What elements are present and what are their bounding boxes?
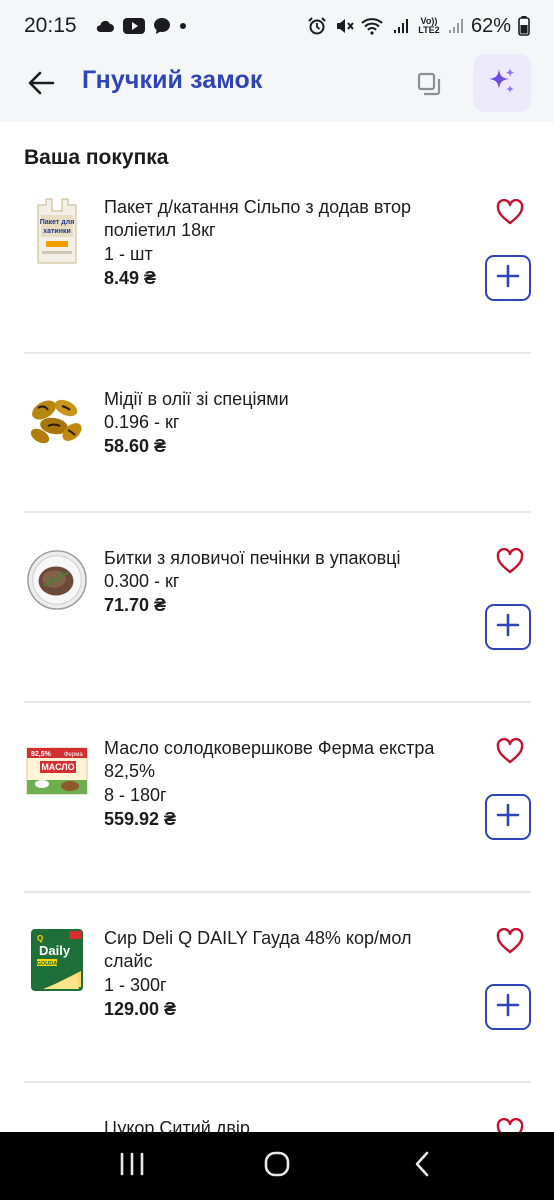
- signal-2-icon: [448, 17, 464, 35]
- home-button[interactable]: [253, 1142, 301, 1190]
- favorite-button[interactable]: [495, 737, 525, 769]
- item-name: Цукор Ситий двір: [104, 1118, 250, 1132]
- copy-icon: [416, 71, 442, 102]
- divider: [24, 1081, 531, 1083]
- alarm-icon: [307, 16, 327, 36]
- plastic-bag-image: Пакет для хатинки: [26, 196, 88, 266]
- add-to-cart-button[interactable]: [485, 255, 531, 301]
- mute-icon: [334, 16, 354, 36]
- item-name: Битки з яловичої печінки в упаковці: [104, 548, 401, 568]
- svg-text:Ферма: Ферма: [64, 752, 83, 758]
- recent-apps-icon: [119, 1152, 145, 1181]
- liver-patties-image: [26, 545, 88, 615]
- heart-icon: [496, 737, 524, 769]
- svg-text:Q: Q: [37, 934, 43, 943]
- item-price: 58.60 ₴: [104, 436, 167, 456]
- divider: [24, 352, 531, 354]
- item-qty: 8 - 180г: [104, 785, 167, 805]
- dot-icon: [179, 22, 187, 30]
- favorite-button[interactable]: [495, 547, 525, 579]
- item-price: 559.92 ₴: [104, 809, 177, 829]
- battery-icon: [518, 16, 530, 36]
- svg-text:Пакет для: Пакет для: [40, 219, 75, 226]
- lte-label: Vo)) LTE2: [418, 16, 440, 35]
- arrow-left-icon: [27, 71, 55, 100]
- item-qty: 1 - шт: [104, 244, 153, 264]
- ai-assistant-button[interactable]: [473, 54, 531, 112]
- sparkles-icon: [486, 65, 518, 102]
- youtube-icon: [122, 18, 145, 34]
- plus-icon: [496, 613, 520, 642]
- plus-icon: [496, 264, 520, 293]
- item-price: 129.00 ₴: [104, 999, 177, 1019]
- back-button[interactable]: [22, 66, 60, 104]
- divider: [24, 701, 531, 703]
- cheese-image: Q Daily GOUDA: [26, 925, 88, 995]
- svg-text:82,5%: 82,5%: [31, 751, 52, 758]
- signal-icon: [392, 17, 410, 35]
- item-price: 71.70 ₴: [104, 595, 167, 615]
- section-title: Ваша покупка: [24, 146, 169, 169]
- app-header: Гнучкий замок: [0, 52, 554, 122]
- item-qty: 0.300 - кг: [104, 571, 180, 591]
- heart-icon: [496, 1117, 524, 1132]
- add-to-cart-button[interactable]: [485, 984, 531, 1030]
- item-name: Сир Deli Q DAILY Гауда 48% кор/мол слайс: [104, 928, 412, 971]
- mussels-image: [26, 386, 88, 456]
- recent-apps-button[interactable]: [108, 1142, 156, 1190]
- svg-text:хатинки: хатинки: [43, 228, 71, 235]
- system-back-button[interactable]: [398, 1142, 446, 1190]
- favorite-button[interactable]: [495, 198, 525, 230]
- battery-level: 62%: [470, 14, 511, 37]
- svg-text:GOUDA: GOUDA: [37, 961, 58, 967]
- add-to-cart-button[interactable]: [485, 604, 531, 650]
- svg-text:Daily: Daily: [39, 943, 71, 958]
- system-nav-bar: [0, 1132, 554, 1200]
- item-price: 8.49 ₴: [104, 268, 157, 288]
- add-to-cart-button[interactable]: [485, 794, 531, 840]
- favorite-button[interactable]: [495, 927, 525, 959]
- item-name: Мідії в олії зі спеціями: [104, 389, 289, 409]
- plus-icon: [496, 803, 520, 832]
- status-time: 20:15: [24, 14, 77, 37]
- item-qty: 0.196 - кг: [104, 412, 180, 432]
- item-name: Пакет д/катання Сільпо з додав втор полі…: [104, 197, 412, 240]
- heart-icon: [496, 927, 524, 959]
- plus-icon: [496, 993, 520, 1022]
- item-qty: 1 - 300г: [104, 975, 167, 995]
- cloud-icon: [95, 19, 115, 33]
- heart-icon: [496, 547, 524, 579]
- svg-text:МАСЛО: МАСЛО: [41, 762, 74, 772]
- favorite-button[interactable]: [495, 1117, 525, 1132]
- chevron-left-icon: [413, 1150, 431, 1183]
- page-title: Гнучкий замок: [82, 66, 263, 94]
- divider: [24, 891, 531, 893]
- butter-image: 82,5% Ферма МАСЛО: [26, 735, 88, 805]
- home-icon: [263, 1150, 291, 1183]
- divider: [24, 511, 531, 513]
- heart-icon: [496, 198, 524, 230]
- sugar-image: [26, 1115, 88, 1132]
- wifi-call-icon: [361, 16, 385, 36]
- item-name: Масло солодковершкове Ферма екстра 82,5%: [104, 738, 435, 781]
- chat-icon: [153, 17, 171, 35]
- status-bar: 20:15 Vo)) LTE2 62%: [0, 0, 554, 52]
- copy-button[interactable]: [409, 66, 449, 106]
- purchase-sheet: Ваша покупка Пакет для хатинки Пакет д/к…: [0, 122, 554, 1132]
